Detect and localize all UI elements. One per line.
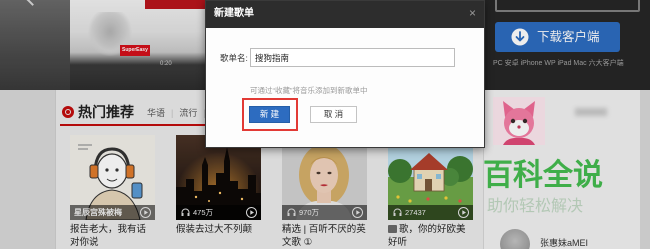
create-button[interactable]: 新 建 xyxy=(249,106,290,123)
dialog-titlebar[interactable]: 新建歌单 × xyxy=(206,1,484,28)
dialog-title: 新建歌单 xyxy=(214,8,254,19)
close-icon[interactable]: × xyxy=(469,7,476,20)
playlist-name-label: 歌单名: xyxy=(220,53,248,63)
watermark-title: 百科全说 xyxy=(483,159,603,192)
playlist-name-input[interactable] xyxy=(250,48,455,67)
watermark-subtitle: 助你轻松解决 xyxy=(487,198,584,215)
new-playlist-dialog: 新建歌单 × 歌单名: 可通过“收藏”将音乐添加到新歌单中 新 建 取 消 xyxy=(205,0,485,148)
cancel-button[interactable]: 取 消 xyxy=(310,106,357,123)
dialog-hint: 可通过“收藏”将音乐添加到新歌单中 xyxy=(250,86,368,95)
